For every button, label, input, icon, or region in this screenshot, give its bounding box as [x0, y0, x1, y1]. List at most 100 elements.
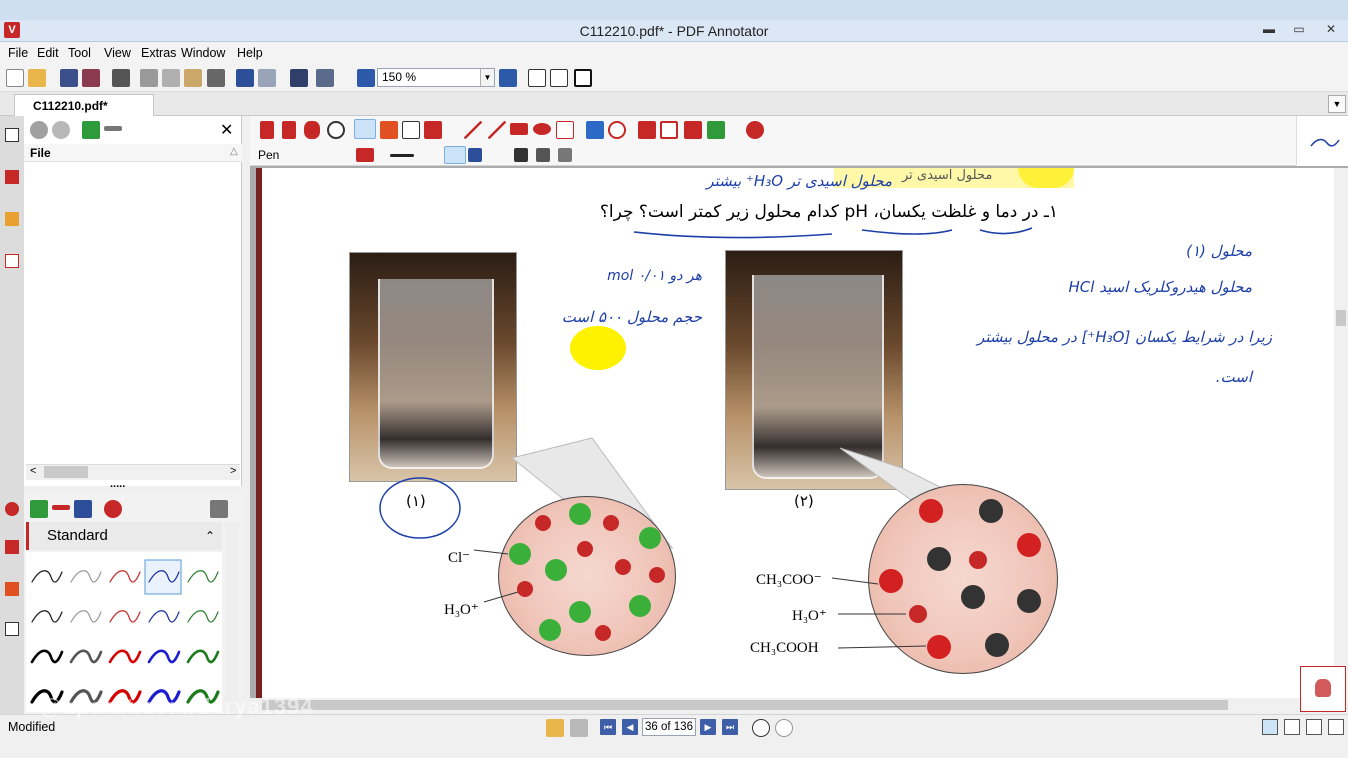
- zoom-out-icon[interactable]: [357, 69, 375, 87]
- pen-swatch[interactable]: [187, 610, 219, 623]
- ruler-icon[interactable]: [684, 121, 702, 139]
- pen-color-icon[interactable]: [356, 148, 374, 162]
- insert-image-icon[interactable]: [707, 121, 725, 139]
- full-screen-icon[interactable]: [574, 69, 592, 87]
- pen-tool-icon[interactable]: [5, 540, 19, 554]
- scroll-right-icon[interactable]: >: [230, 465, 236, 477]
- sort-icon[interactable]: △: [230, 146, 238, 157]
- heart-icon[interactable]: [104, 500, 122, 518]
- pen-swatch[interactable]: [187, 570, 219, 583]
- favorites-heart-icon[interactable]: [746, 121, 764, 139]
- facing-view-icon[interactable]: [1306, 719, 1322, 735]
- undo-icon[interactable]: [236, 69, 254, 87]
- touch-mode-button[interactable]: [1300, 666, 1346, 712]
- last-page-icon[interactable]: ⏭: [722, 719, 738, 735]
- find-icon[interactable]: [290, 69, 308, 87]
- previous-document-icon[interactable]: [546, 719, 564, 737]
- previous-page-icon[interactable]: ◀: [622, 719, 638, 735]
- pen-swatch[interactable]: [31, 610, 63, 623]
- vertical-scroll-thumb[interactable]: [1336, 310, 1346, 326]
- pen-swatch[interactable]: [148, 610, 180, 623]
- pen-group-header[interactable]: Standard ⌃: [26, 522, 222, 550]
- copy-icon[interactable]: [162, 69, 180, 87]
- line-icon[interactable]: [464, 121, 482, 139]
- menu-tool[interactable]: Tool: [68, 46, 91, 60]
- line-width-icon[interactable]: [390, 154, 414, 157]
- pen-swatch[interactable]: [69, 649, 103, 664]
- add-icon[interactable]: [82, 121, 100, 139]
- measure-icon[interactable]: [556, 121, 574, 139]
- continuous-view-icon[interactable]: [1284, 719, 1300, 735]
- text-align-icon[interactable]: [514, 148, 528, 162]
- page-thumbnails-icon[interactable]: [5, 128, 19, 142]
- pen-grid-svg[interactable]: [26, 552, 222, 712]
- zoom-level-select[interactable]: 150 % ▼: [377, 68, 495, 87]
- favorites-icon[interactable]: [5, 502, 19, 516]
- save-icon[interactable]: [60, 69, 78, 87]
- close-sidebar-button[interactable]: ✕: [220, 120, 233, 140]
- menu-help[interactable]: Help: [237, 46, 263, 60]
- first-page-icon[interactable]: ⏮: [600, 719, 616, 735]
- remove-pen-icon[interactable]: [52, 505, 70, 510]
- print-icon[interactable]: [112, 69, 130, 87]
- scroll-left-icon[interactable]: <: [30, 465, 36, 477]
- strikethrough-icon[interactable]: [558, 148, 572, 162]
- next-page-icon[interactable]: ▶: [700, 719, 716, 735]
- pen-swatch[interactable]: [70, 610, 102, 623]
- pen-swatch[interactable]: [147, 649, 181, 664]
- sidebar-scroll-thumb[interactable]: [44, 466, 88, 478]
- arrow-icon[interactable]: [488, 121, 506, 139]
- link-icon[interactable]: [30, 121, 48, 139]
- eraser-icon[interactable]: [586, 121, 604, 139]
- menu-edit[interactable]: Edit: [37, 46, 59, 60]
- pen-swatch[interactable]: [31, 570, 63, 583]
- straight-stroke-icon[interactable]: [468, 148, 482, 162]
- hand-icon[interactable]: [304, 121, 320, 139]
- rectangle-icon[interactable]: [510, 123, 528, 135]
- fit-width-icon[interactable]: [550, 69, 568, 87]
- facing-continuous-view-icon[interactable]: [1328, 719, 1344, 735]
- pen-tool-active-icon[interactable]: [354, 119, 376, 139]
- chevron-down-icon[interactable]: ▼: [480, 69, 494, 86]
- forward-icon[interactable]: [775, 719, 793, 737]
- next-document-icon[interactable]: [570, 719, 588, 737]
- unlink-icon[interactable]: [52, 121, 70, 139]
- menu-window[interactable]: Window: [181, 46, 225, 60]
- text-tool-icon[interactable]: [5, 622, 19, 636]
- page-number-field[interactable]: 36 of 136: [642, 718, 696, 736]
- fit-page-icon[interactable]: [528, 69, 546, 87]
- remove-icon[interactable]: [104, 126, 122, 131]
- pen-swatch[interactable]: [186, 649, 220, 664]
- pen-swatch[interactable]: [109, 610, 141, 623]
- lasso-icon[interactable]: [608, 121, 626, 139]
- redo-icon[interactable]: [258, 69, 276, 87]
- crop-icon[interactable]: [660, 121, 678, 139]
- cut-icon[interactable]: [140, 69, 158, 87]
- close-window-button[interactable]: ✕: [1318, 20, 1344, 38]
- annotations-list-icon[interactable]: [5, 170, 19, 184]
- pen-swatch[interactable]: [108, 649, 142, 664]
- highlighter-tool-icon[interactable]: [380, 121, 398, 139]
- open-folder-icon[interactable]: [28, 69, 46, 87]
- menu-file[interactable]: File: [8, 46, 28, 60]
- text-style-icon[interactable]: [536, 148, 550, 162]
- highlighter-icon[interactable]: [5, 582, 19, 596]
- tab-document[interactable]: C112210.pdf*: [14, 94, 154, 116]
- wrench-icon[interactable]: [210, 500, 228, 518]
- maximize-button[interactable]: ▭: [1286, 20, 1312, 38]
- paste-icon[interactable]: [184, 69, 202, 87]
- panel-splitter[interactable]: .....: [110, 478, 125, 490]
- attachments-icon[interactable]: [5, 254, 19, 268]
- smooth-stroke-icon[interactable]: [444, 146, 466, 164]
- text-select-icon[interactable]: [282, 121, 296, 139]
- menu-view[interactable]: View: [104, 46, 131, 60]
- menu-extras[interactable]: Extras: [141, 46, 176, 60]
- add-pen-icon[interactable]: [30, 500, 48, 518]
- zoom-tool-icon[interactable]: [327, 121, 345, 139]
- pdf-page[interactable]: محلول اسیدی تر ۱ـ در دما و غلظت یکسان، p…: [262, 168, 1334, 698]
- vertical-scrollbar[interactable]: [1334, 168, 1348, 698]
- save-as-icon[interactable]: [82, 69, 100, 87]
- page-layout-icon[interactable]: [316, 69, 334, 87]
- horizontal-scroll-thumb[interactable]: [262, 700, 1228, 710]
- zoom-in-icon[interactable]: [499, 69, 517, 87]
